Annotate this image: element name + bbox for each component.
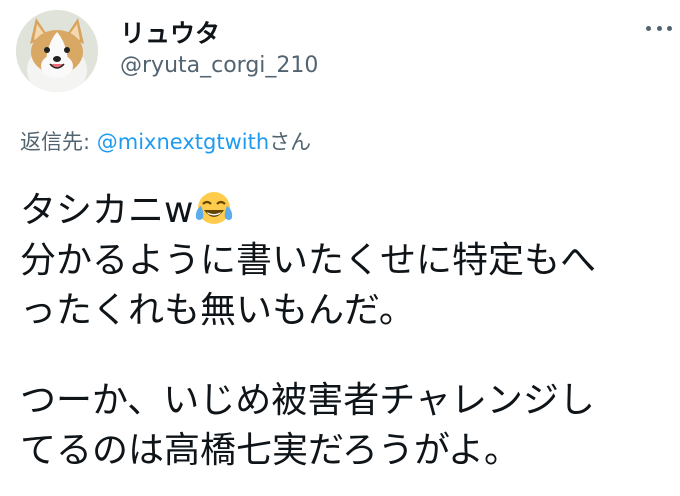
tweet-line-4: つーか、いじめ被害者チャレンジし [20, 380, 595, 421]
tweet: リュウタ @ryuta_corgi_210 返信先: @mixnextgtwit… [0, 0, 680, 496]
tweet-text: タシカニw 分かるように書いたくせに特定もへ ったくれも無いもんだ。 つーか、い… [20, 186, 670, 476]
face-with-tears-of-joy-icon [196, 192, 233, 224]
user-handle[interactable]: @ryuta_corgi_210 [120, 53, 318, 78]
reply-mention-link[interactable]: @mixnextgtwith [97, 130, 269, 154]
tweet-line-3: ったくれも無いもんだ。 [20, 290, 415, 331]
reply-suffix: さん [269, 130, 312, 154]
reply-to-line: 返信先: @mixnextgtwithさん [20, 126, 311, 156]
reply-prefix: 返信先: [20, 130, 97, 154]
more-options-icon-dot [667, 25, 672, 31]
display-name[interactable]: リュウタ [120, 14, 220, 50]
avatar[interactable] [16, 10, 98, 92]
tweet-line-1-text: タシカニw [20, 190, 194, 231]
tweet-line-1: タシカニw [20, 186, 670, 236]
more-options-icon [646, 25, 651, 31]
tweet-line-5: てるのは高橋七実だろうがよ。 [20, 430, 521, 471]
more-options-icon-dot [656, 25, 662, 31]
tweet-line-2: 分かるように書いたくせに特定もへ [20, 240, 597, 281]
more-options-button[interactable] [646, 18, 672, 38]
corgi-avatar-image [16, 10, 98, 92]
